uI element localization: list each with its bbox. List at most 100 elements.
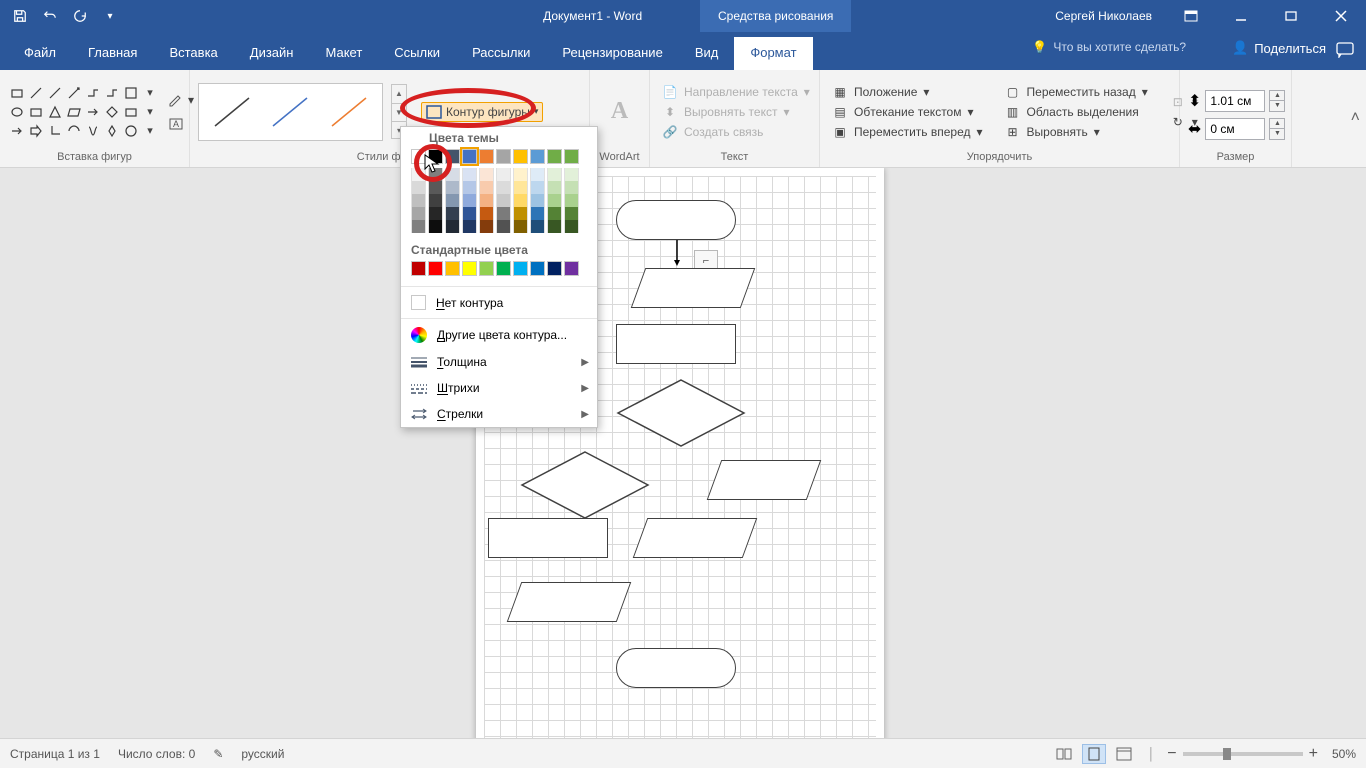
theme-color-swatch[interactable] [547,149,562,164]
ribbon-display-button[interactable] [1170,0,1212,32]
theme-color-swatch[interactable] [428,149,443,164]
shade-swatch[interactable] [445,194,460,207]
standard-color-swatch[interactable] [445,261,460,276]
shape-outline-button[interactable]: Контур фигуры ▾ [421,102,543,122]
shade-swatch[interactable] [496,194,511,207]
word-count[interactable]: Число слов: 0 [118,747,195,761]
tab-mailings[interactable]: Рассылки [456,37,546,70]
wrap-text-button[interactable]: ▤Обтекание текстом ▾ [828,103,987,121]
tab-home[interactable]: Главная [72,37,153,70]
flowchart-data-1[interactable] [631,268,756,308]
tab-view[interactable]: Вид [679,37,735,70]
shade-swatch[interactable] [530,168,545,181]
shade-swatch[interactable] [411,168,426,181]
undo-button[interactable] [36,2,64,30]
shade-swatch[interactable] [547,168,562,181]
flowchart-data-2[interactable] [707,460,822,500]
shade-swatch[interactable] [479,168,494,181]
zoom-in-button[interactable]: + [1309,745,1318,763]
send-backward-button[interactable]: ▢Переместить назад ▾ [1001,83,1152,101]
save-button[interactable] [6,2,34,30]
flowchart-terminator-1[interactable] [616,200,736,240]
flowchart-decision-1[interactable] [616,378,746,448]
standard-color-swatch[interactable] [513,261,528,276]
shape-styles-gallery[interactable] [198,83,383,141]
shade-swatch[interactable] [462,207,477,220]
page-count[interactable]: Страница 1 из 1 [10,747,100,761]
shade-swatch[interactable] [428,194,443,207]
shade-swatch[interactable] [445,207,460,220]
shade-swatch[interactable] [462,181,477,194]
tab-design[interactable]: Дизайн [234,37,310,70]
height-spinner[interactable]: ▲▼ [1269,90,1285,112]
more-colors-item[interactable]: Другие цвета контура... [401,321,597,349]
shade-swatch[interactable] [496,168,511,181]
shade-swatch[interactable] [547,220,562,233]
position-button[interactable]: ▦Положение ▾ [828,83,987,101]
shade-swatch[interactable] [547,181,562,194]
collapse-ribbon-button[interactable]: ˄ [1351,109,1360,127]
dashes-item[interactable]: Штрихи▶ [401,375,597,401]
width-spinner[interactable]: ▲▼ [1269,118,1285,140]
shade-swatch[interactable] [547,194,562,207]
theme-color-swatch[interactable] [411,149,426,164]
tab-insert[interactable]: Вставка [153,37,233,70]
tab-file[interactable]: Файл [8,37,72,70]
shade-swatch[interactable] [411,194,426,207]
shape-width-input[interactable] [1205,118,1265,140]
language[interactable]: русский [241,747,284,761]
web-layout-button[interactable] [1112,744,1136,764]
flowchart-data-3[interactable] [633,518,758,558]
shade-swatch[interactable] [564,194,579,207]
shade-swatch[interactable] [530,194,545,207]
standard-color-swatch[interactable] [428,261,443,276]
theme-color-swatch[interactable] [564,149,579,164]
shade-swatch[interactable] [479,194,494,207]
shade-swatch[interactable] [428,168,443,181]
spell-check-icon[interactable]: ✎ [213,747,223,761]
shade-swatch[interactable] [496,207,511,220]
flowchart-process-2[interactable] [488,518,608,558]
shade-swatch[interactable] [462,194,477,207]
shade-swatch[interactable] [530,207,545,220]
share-button[interactable]: 👤 Поделиться [1232,40,1326,56]
shade-swatch[interactable] [411,207,426,220]
shade-swatch[interactable] [445,168,460,181]
standard-color-swatch[interactable] [411,261,426,276]
comments-button[interactable] [1332,38,1358,62]
shade-swatch[interactable] [564,168,579,181]
bring-forward-button[interactable]: ▣Переместить вперед ▾ [828,123,987,141]
zoom-level[interactable]: 50% [1332,747,1356,761]
shade-swatch[interactable] [462,220,477,233]
shade-swatch[interactable] [479,220,494,233]
flowchart-terminator-2[interactable] [616,648,736,688]
print-layout-button[interactable] [1082,744,1106,764]
tab-references[interactable]: Ссылки [378,37,456,70]
standard-color-swatch[interactable] [496,261,511,276]
zoom-slider[interactable] [1183,752,1303,756]
shade-swatch[interactable] [513,207,528,220]
standard-color-swatch[interactable] [530,261,545,276]
zoom-out-button[interactable]: − [1167,745,1176,763]
theme-color-swatch[interactable] [462,149,477,164]
shade-swatch[interactable] [564,207,579,220]
shade-swatch[interactable] [496,220,511,233]
read-mode-button[interactable] [1052,744,1076,764]
user-name[interactable]: Сергей Николаев [1055,9,1152,23]
standard-color-swatch[interactable] [479,261,494,276]
gallery-up-button[interactable]: ▲ [392,85,406,102]
shade-swatch[interactable] [513,220,528,233]
shade-swatch[interactable] [428,181,443,194]
tab-format[interactable]: Формат [734,37,812,70]
maximize-button[interactable] [1270,0,1312,32]
standard-color-swatch[interactable] [564,261,579,276]
shade-swatch[interactable] [513,194,528,207]
tab-review[interactable]: Рецензирование [546,37,678,70]
theme-color-swatch[interactable] [479,149,494,164]
close-button[interactable] [1320,0,1362,32]
qat-customize-button[interactable]: ▾ [96,2,124,30]
theme-color-swatch[interactable] [530,149,545,164]
redo-button[interactable] [66,2,94,30]
align-button[interactable]: ⊞Выровнять ▾ [1001,123,1152,141]
shade-swatch[interactable] [411,181,426,194]
